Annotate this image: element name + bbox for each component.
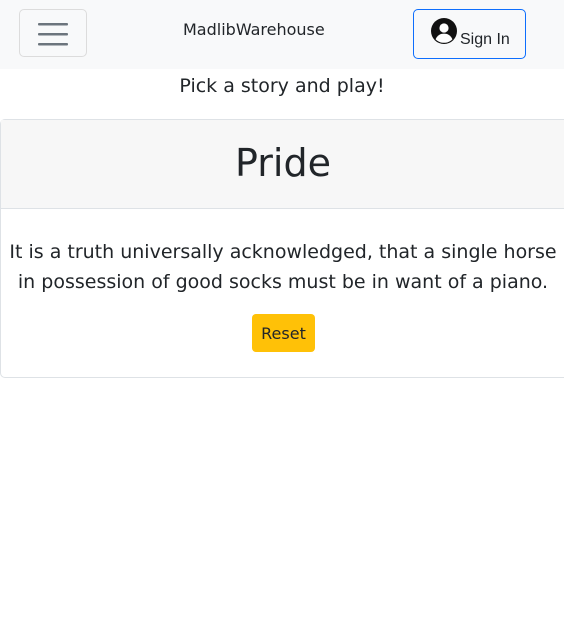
story-text-line-2: in possession of good socks must be in w…	[17, 271, 549, 293]
story-card: Pride It is a truth universally acknowle…	[0, 119, 564, 378]
story-text-line-1: It is a truth universally acknowledged, …	[9, 241, 557, 263]
story-title: Pride	[235, 141, 331, 185]
page-subtitle: Pick a story and play!	[179, 75, 385, 97]
hamburger-menu-icon	[38, 23, 68, 46]
story-card-header: Pride	[1, 120, 564, 209]
brand-link[interactable]: MadlibWarehouse	[183, 19, 325, 41]
story-text: It is a truth universally acknowledged, …	[1, 237, 564, 297]
user-circle-icon	[431, 18, 457, 44]
sign-in-label: Sign In	[460, 31, 510, 48]
menu-toggle-button[interactable]	[19, 9, 87, 57]
navbar: MadlibWarehouse Sign In	[0, 0, 564, 69]
sign-in-button[interactable]: Sign In	[413, 9, 526, 59]
reset-button[interactable]: Reset	[252, 314, 315, 352]
